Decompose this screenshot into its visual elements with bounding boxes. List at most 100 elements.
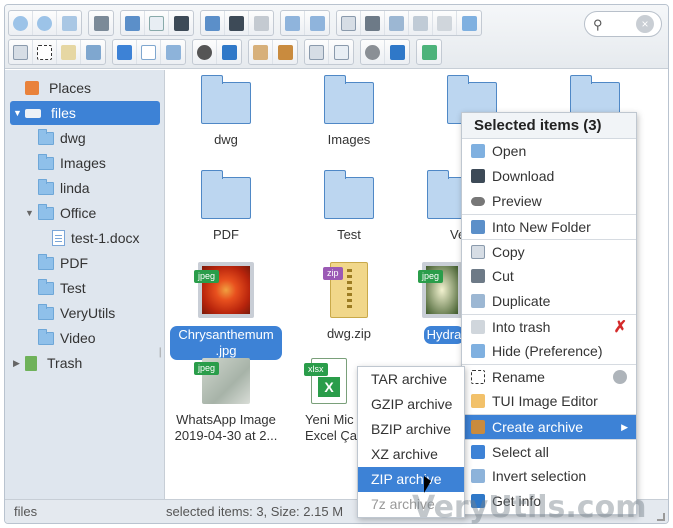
view-mode-button[interactable] [305, 40, 329, 64]
menu-item-rename[interactable]: Rename [462, 364, 636, 389]
submenu-arrow-icon: ▶ [621, 422, 628, 432]
paste-button[interactable] [385, 11, 409, 35]
resize-grip-icon[interactable] [657, 513, 665, 521]
sidebar-item-dwg[interactable]: dwg [38, 126, 86, 150]
save-button[interactable] [169, 11, 193, 35]
copy-button[interactable] [337, 11, 361, 35]
submenu-item-zip[interactable]: ZIP archive [358, 467, 464, 492]
menu-item-invert-selection[interactable]: Invert selection [462, 464, 636, 489]
menu-item-into-new-folder[interactable]: Into New Folder [462, 214, 636, 239]
sidebar-item-veryutils[interactable]: VeryUtils [38, 301, 115, 325]
download-button[interactable] [225, 11, 249, 35]
archive-button[interactable] [273, 40, 297, 64]
file-item-pdf[interactable]: PDF [166, 170, 286, 243]
menu-item-duplicate[interactable]: Duplicate [462, 289, 636, 314]
file-item-chrysanthemum[interactable]: jpeg Chrysanthemum .jpg [166, 262, 286, 360]
clear-search-icon[interactable]: × [636, 15, 654, 33]
menu-item-preview[interactable]: Preview [462, 189, 636, 214]
gear-icon[interactable] [613, 370, 627, 384]
preview-button[interactable] [193, 40, 217, 64]
sidebar-item-test[interactable]: Test [38, 276, 86, 300]
invert-selection-button[interactable] [161, 40, 185, 64]
forward-button[interactable] [33, 11, 57, 35]
file-item-dwg-zip[interactable]: zip dwg.zip [289, 262, 409, 342]
submenu-item-gzip[interactable]: GZIP archive [358, 392, 464, 417]
menu-item-into-trash[interactable]: Into trash ✗ [462, 314, 636, 339]
select-area-button[interactable] [33, 40, 57, 64]
sidebar-item-video[interactable]: Video [38, 326, 96, 350]
file-item-whatsapp-image[interactable]: jpeg WhatsApp Image 2019-04-30 at 2... [166, 358, 286, 444]
extract-button[interactable] [249, 40, 273, 64]
select-all-button[interactable] [113, 40, 137, 64]
back-button[interactable] [9, 11, 33, 35]
menu-item-hide[interactable]: Hide (Preference) [462, 339, 636, 364]
submenu-item-xz[interactable]: XZ archive [358, 442, 464, 467]
fullscreen-button[interactable] [417, 40, 441, 64]
submenu-item-bzip[interactable]: BZIP archive [358, 417, 464, 442]
sidebar-item-places[interactable]: Places [13, 76, 91, 100]
menu-item-cut[interactable]: Cut [462, 264, 636, 289]
sidebar-item-files[interactable]: ▼ files [10, 101, 160, 125]
info-button[interactable] [217, 40, 241, 64]
duplicate-button[interactable] [409, 11, 433, 35]
select-none-button[interactable] [137, 40, 161, 64]
sidebar-item-linda[interactable]: linda [38, 176, 90, 200]
menu-item-tui-image-editor[interactable]: TUI Image Editor [462, 389, 636, 414]
up-button[interactable] [57, 11, 81, 35]
help-button[interactable] [385, 40, 409, 64]
delete-button[interactable] [433, 11, 457, 35]
undo-button[interactable] [281, 11, 305, 35]
sidebar-tree: Places ▼ files dwg Images linda ▼ Office … [5, 70, 173, 501]
new-folder-icon [471, 220, 485, 234]
copy-icon [341, 15, 356, 31]
file-item-test[interactable]: Test [289, 170, 409, 243]
preferences-button[interactable] [361, 40, 385, 64]
menu-item-open[interactable]: Open [462, 139, 636, 164]
delete-x-icon[interactable]: ✗ [614, 315, 627, 340]
edit-button[interactable] [57, 40, 81, 64]
hide-button[interactable] [457, 11, 481, 35]
cut-button[interactable] [361, 11, 385, 35]
view-group [192, 39, 242, 65]
select-button[interactable] [249, 11, 273, 35]
menu-item-copy[interactable]: Copy [462, 239, 636, 264]
sidebar-item-pdf[interactable]: PDF [38, 251, 88, 275]
sidebar-item-images[interactable]: Images [38, 151, 106, 175]
open-icon [205, 15, 220, 31]
menu-item-select-all[interactable]: Select all [462, 439, 636, 464]
menu-item-download[interactable]: Download [462, 164, 636, 189]
sidebar-item-test-1-docx[interactable]: test-1.docx [52, 226, 139, 250]
copy2-button[interactable] [9, 40, 33, 64]
file-item-dwg[interactable]: dwg [166, 75, 286, 148]
open-button[interactable] [201, 11, 225, 35]
folder-icon [38, 203, 54, 220]
folder-icon [324, 170, 374, 219]
sidebar-item-trash[interactable]: ▶ Trash [13, 351, 82, 375]
sidebar-item-office[interactable]: ▼ Office [25, 201, 96, 225]
netmount-button[interactable] [89, 11, 113, 35]
invert-selection-icon [471, 469, 485, 483]
paste-icon [389, 15, 404, 31]
search-box[interactable]: ⚲ × [584, 11, 662, 37]
up-icon [61, 15, 77, 31]
submenu-item-tar[interactable]: TAR archive [358, 367, 464, 392]
menu-item-create-archive[interactable]: Create archive ▶ [462, 414, 636, 439]
menu-item-label: Create archive [492, 419, 584, 435]
expand-arrow-icon[interactable]: ▼ [25, 208, 37, 218]
undo-icon [285, 15, 300, 31]
new-file-button[interactable] [145, 11, 169, 35]
sort-button[interactable] [329, 40, 353, 64]
select-all-icon [117, 44, 132, 60]
file-type-badge: zip [323, 267, 343, 280]
file-item-images[interactable]: Images [289, 75, 409, 148]
expand-arrow-icon[interactable]: ▶ [13, 358, 25, 369]
settings-group [360, 39, 410, 65]
expand-arrow-icon[interactable]: ▼ [13, 108, 25, 118]
forward-icon [37, 15, 52, 31]
download-icon [471, 169, 485, 183]
folder-icon [38, 328, 54, 345]
upload-button[interactable] [121, 11, 145, 35]
redo-button[interactable] [305, 11, 329, 35]
resize-button[interactable] [81, 40, 105, 64]
file-type-badge: jpeg [194, 270, 220, 283]
